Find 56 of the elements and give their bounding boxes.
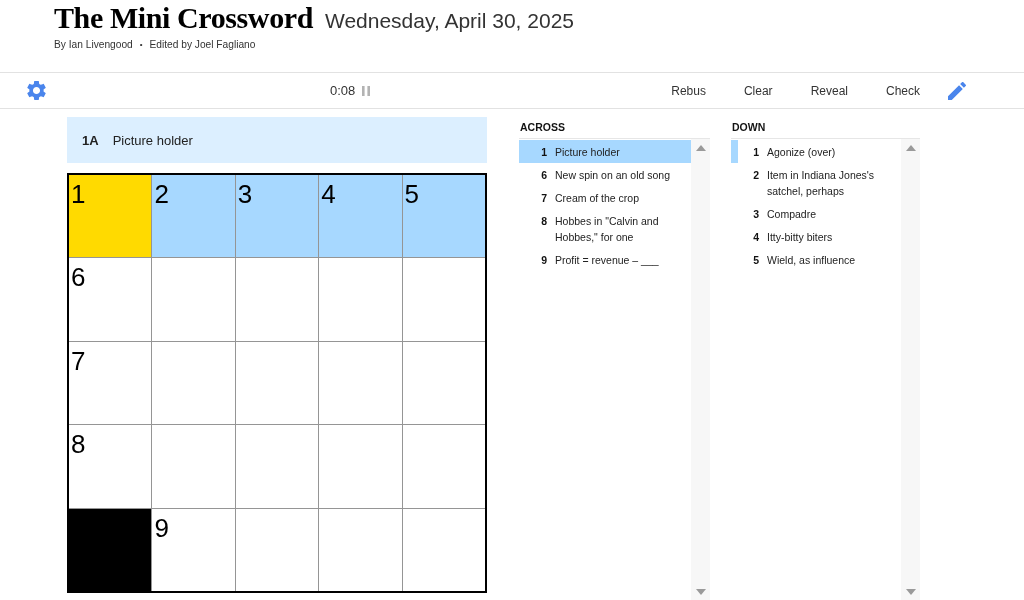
grid-cell[interactable]: [235, 425, 319, 508]
clue-item[interactable]: 9 Profit = revenue – ___: [519, 248, 691, 271]
scroll-up-icon[interactable]: [905, 145, 916, 151]
toolbar-button[interactable]: Clear: [724, 75, 792, 106]
scroll-down-icon[interactable]: [695, 589, 706, 595]
grid-cell[interactable]: 1: [69, 175, 152, 258]
puzzle-title: The Mini Crossword: [54, 1, 313, 35]
grid-cell[interactable]: [152, 341, 235, 425]
editor-credit: Edited by Joel Fagliano: [149, 38, 256, 52]
clue-list-heading: ACROSS: [519, 117, 710, 139]
timer: 0:08: [330, 83, 356, 98]
grid-cell[interactable]: [319, 258, 402, 341]
clue-list-heading: DOWN: [731, 117, 920, 139]
settings-icon[interactable]: [27, 81, 46, 100]
grid-cell[interactable]: 6: [69, 258, 152, 341]
clue-item[interactable]: 7 Cream of the crop: [519, 186, 691, 209]
grid-cell[interactable]: [235, 508, 319, 591]
bullet-separator: •: [139, 39, 143, 51]
grid-cell[interactable]: [402, 508, 485, 591]
scroll-up-icon[interactable]: [695, 145, 706, 151]
grid-cell[interactable]: [319, 425, 402, 508]
author-credit: By Ian Livengood: [54, 38, 133, 52]
toolbar-button[interactable]: Reveal: [791, 75, 867, 106]
grid-cell[interactable]: [319, 341, 402, 425]
clue-item[interactable]: 6 New spin on an old song: [519, 163, 691, 186]
clue-item[interactable]: 5 Wield, as influence: [731, 248, 901, 271]
grid-cell[interactable]: 5: [402, 175, 485, 258]
grid-cell[interactable]: 2: [152, 175, 235, 258]
puzzle-date: Wednesday, April 30, 2025: [324, 8, 574, 34]
clue-item[interactable]: 2 Item in Indiana Jones's satchel, perhaps: [731, 163, 901, 202]
grid-cell[interactable]: [152, 425, 235, 508]
clue-label: 1A: [82, 132, 99, 148]
grid-cell[interactable]: [152, 258, 235, 341]
clue-item[interactable]: 4 Itty-bitty biters: [731, 225, 901, 248]
grid-cell[interactable]: [235, 341, 319, 425]
grid-cell[interactable]: [402, 258, 485, 341]
clue-item[interactable]: 8 Hobbes in "Calvin and Hobbes," for one: [519, 209, 691, 248]
grid-cell[interactable]: 4: [319, 175, 402, 258]
grid-cell[interactable]: [402, 341, 485, 425]
toolbar-button[interactable]: Rebus: [652, 75, 725, 106]
toolbar-button[interactable]: Check: [867, 75, 939, 106]
grid-cell[interactable]: 3: [235, 175, 319, 258]
grid-cell[interactable]: [319, 508, 402, 591]
grid-cell[interactable]: 7: [69, 341, 152, 425]
grid-cell[interactable]: 8: [69, 425, 152, 508]
scrollbar-track[interactable]: [691, 139, 710, 600]
grid-cell[interactable]: [402, 425, 485, 508]
pencil-icon[interactable]: [948, 81, 966, 100]
grid-cell[interactable]: 9: [152, 508, 235, 591]
scroll-down-icon[interactable]: [905, 589, 916, 595]
pause-icon[interactable]: [362, 85, 371, 96]
clue-text: Picture holder: [112, 132, 193, 148]
clue-item[interactable]: 3 Compadre: [731, 202, 901, 225]
grid-cell[interactable]: [235, 258, 319, 341]
clue-item[interactable]: 1 Picture holder: [519, 140, 691, 163]
scrollbar-track[interactable]: [901, 139, 920, 600]
